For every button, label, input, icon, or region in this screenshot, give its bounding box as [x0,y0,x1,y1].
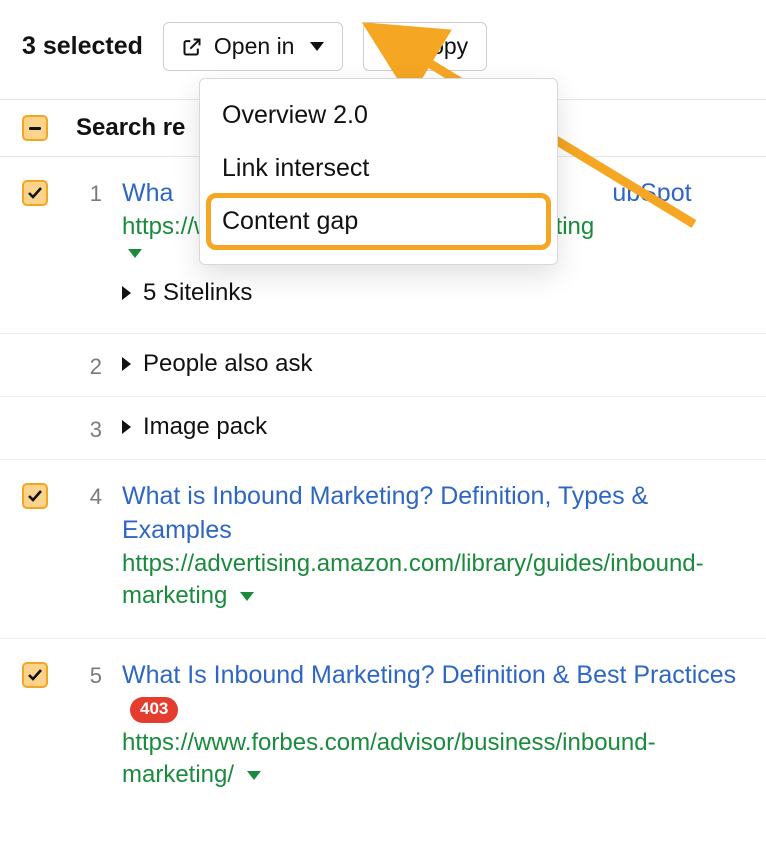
result-row: 5 What Is Inbound Marketing? Definition … [0,639,766,817]
select-all-checkbox[interactable] [22,115,48,141]
dropdown-item-overview[interactable]: Overview 2.0 [200,89,557,142]
result-title-left: Wha [122,179,173,207]
status-badge: 403 [130,697,178,723]
result-row: 2 People also ask [0,334,766,397]
copy-label: Copy [414,33,468,60]
chevron-down-icon[interactable] [247,771,261,780]
row-checkbox[interactable] [22,662,48,688]
row-index: 4 [76,480,122,510]
caret-right-icon [122,420,131,434]
caret-right-icon [122,357,131,371]
caret-right-icon [122,286,131,300]
dropdown-item-link-intersect[interactable]: Link intersect [200,142,557,195]
chevron-down-icon[interactable] [128,249,142,258]
row-index: 3 [76,413,122,443]
result-title[interactable]: What Is Inbound Marketing? Definition & … [122,659,744,727]
feature-toggle[interactable]: People also ask [122,350,744,378]
copy-button[interactable]: Copy [363,22,487,71]
result-title-text: What Is Inbound Marketing? Definition & … [122,661,736,689]
result-row: 3 Image pack [0,397,766,460]
feature-label: People also ask [143,350,312,378]
chevron-down-icon [310,42,324,51]
sitelinks-toggle[interactable]: 5 Sitelinks [122,279,744,307]
row-index: 5 [76,659,122,689]
row-checkbox[interactable] [22,483,48,509]
chevron-down-icon[interactable] [240,592,254,601]
feature-toggle[interactable]: Image pack [122,413,744,441]
result-title[interactable]: What is Inbound Marketing? Definition, T… [122,480,744,548]
column-header-search-results: Search re [76,114,185,142]
open-in-dropdown: Overview 2.0 Link intersect Content gap [199,78,558,265]
copy-icon [382,37,402,57]
result-title-right: ubSpot [612,179,691,207]
dropdown-item-content-gap[interactable]: Content gap [208,195,549,248]
result-row: 4 What is Inbound Marketing? Definition,… [0,460,766,639]
open-in-label: Open in [214,33,295,60]
open-in-button[interactable]: Open in [163,22,344,71]
selected-count: 3 selected [22,32,143,61]
result-url-text: https://advertising.amazon.com/library/g… [122,550,704,609]
feature-label: Image pack [143,413,267,441]
result-url-text: https://www.forbes.com/advisor/business/… [122,729,656,788]
result-url[interactable]: https://www.forbes.com/advisor/business/… [122,727,744,792]
sitelinks-label: 5 Sitelinks [143,279,252,307]
row-index: 1 [76,177,122,207]
result-url[interactable]: https://advertising.amazon.com/library/g… [122,548,744,613]
row-checkbox[interactable] [22,180,48,206]
external-link-icon [182,37,202,57]
row-index: 2 [76,350,122,380]
